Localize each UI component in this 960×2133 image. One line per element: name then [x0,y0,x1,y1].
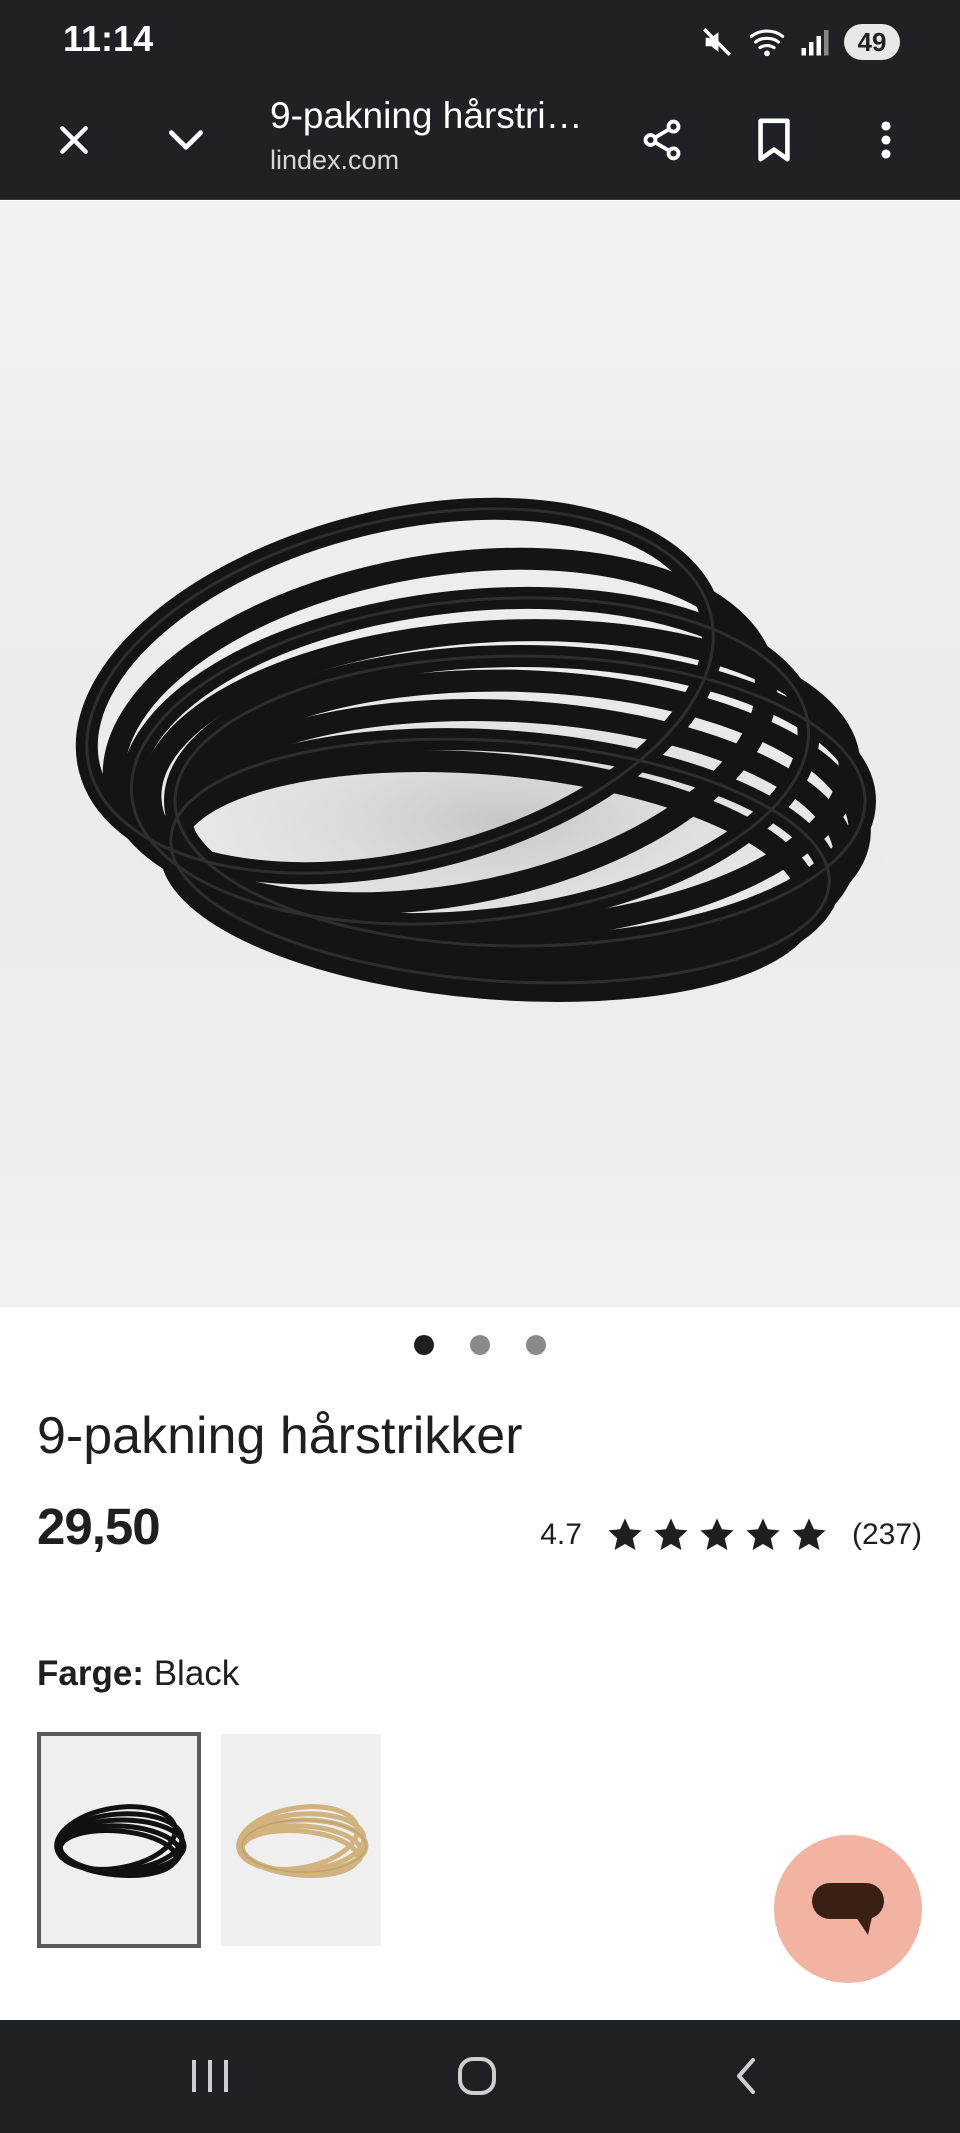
page-domain: lindex.com [270,145,400,175]
share-icon [643,119,681,161]
product-image[interactable] [0,201,960,1307]
carousel-dot-2[interactable] [470,1335,490,1355]
carousel-dots [0,1330,960,1360]
product-title: 9-pakning hårstrikker [37,1407,523,1465]
bookmark-button[interactable] [736,102,812,178]
recents-icon [192,2060,228,2092]
back-icon [737,2058,755,2094]
status-icons: 49 [700,20,900,64]
star-icon [608,1518,642,1551]
battery-icon: 49 [844,24,900,60]
product-rating[interactable]: 4.7 (237) [540,1510,922,1560]
more-vert-icon [881,121,891,159]
minimize-button[interactable] [148,102,224,178]
status-bar: 11:14 49 [0,0,960,80]
chat-bubble-icon [812,1883,884,1935]
browser-toolbar: 9-pakning hårstrikker lindex.com [0,80,960,200]
back-button[interactable] [706,2046,786,2106]
close-icon [60,126,88,154]
home-button[interactable] [437,2046,517,2106]
rating-count: (237) [851,1518,922,1551]
color-label: Farge: [37,1654,144,1693]
rating-score: 4.7 [540,1518,582,1551]
color-swatches [37,1732,381,1948]
mute-icon [700,25,734,59]
home-icon [458,2057,496,2095]
bookmark-icon [758,118,790,162]
chevron-down-icon [168,130,204,150]
swatch-beige[interactable] [221,1734,381,1946]
black-hair-ties-thumbnail [54,1804,187,1878]
signal-icon [800,27,830,57]
star-icon [654,1518,688,1551]
recents-button[interactable] [170,2046,250,2106]
star-icon [700,1518,734,1551]
overflow-menu-button[interactable] [848,102,924,178]
color-value: Black [153,1654,240,1693]
beige-hair-ties-thumbnail [236,1804,369,1878]
product-price: 29,50 [37,1498,161,1555]
swatch-black[interactable] [37,1732,201,1948]
wifi-icon [748,25,786,59]
carousel-dot-3[interactable] [526,1335,546,1355]
chat-button[interactable] [774,1835,922,1983]
share-button[interactable] [624,102,700,178]
rating-stars [606,1516,828,1554]
page-title: 9-pakning hårstrikker [270,95,590,136]
color-selector-label: Farge: Black [37,1652,239,1696]
hair-ties-illustration [75,497,900,1003]
close-button[interactable] [36,102,112,178]
star-icon [746,1518,780,1551]
url-bar[interactable]: 9-pakning hårstrikker lindex.com [270,92,590,180]
navigation-bar [0,2020,960,2133]
star-icon [792,1518,826,1551]
carousel-dot-1[interactable] [414,1335,434,1355]
status-time: 11:14 [63,18,154,59]
